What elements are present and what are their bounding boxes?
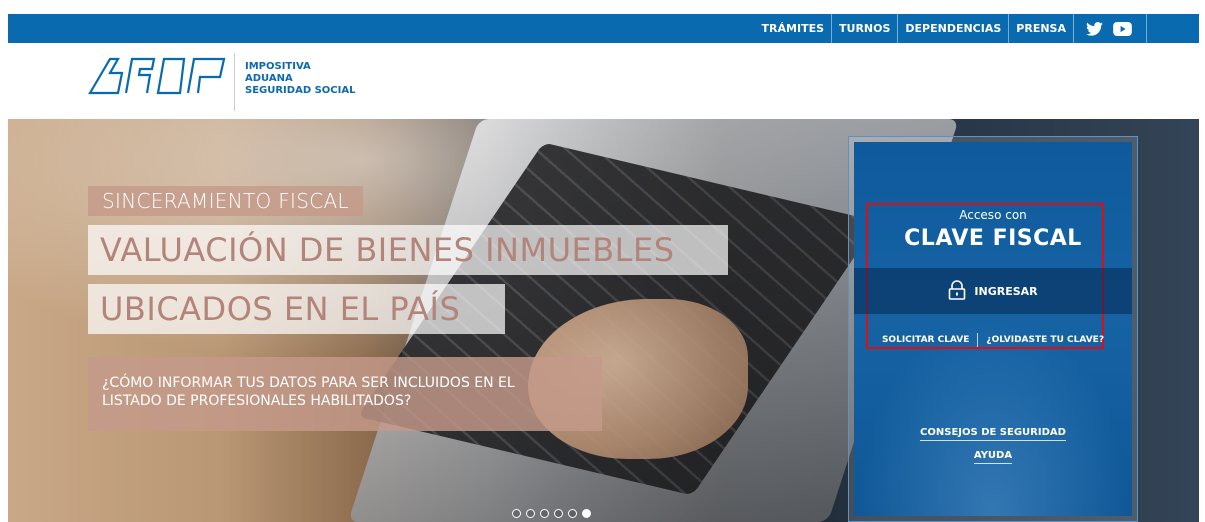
consejos-seguridad-row: CONSEJOS DE SEGURIDAD [854, 427, 1132, 441]
ayuda-link[interactable]: AYUDA [973, 450, 1013, 464]
logo-line-seguridad-social: SEGURIDAD SOCIAL [245, 85, 356, 96]
ayuda-row: AYUDA [854, 450, 1132, 464]
logo-line-impositiva: IMPOSITIVA [245, 61, 311, 72]
twitter-icon[interactable] [1086, 21, 1103, 36]
hero-subtitle-link[interactable]: ¿CÓMO INFORMAR TUS DATOS PARA SER INCLUI… [88, 357, 602, 431]
nav-prensa[interactable]: PRENSA [1008, 14, 1073, 43]
carousel-dots [512, 509, 591, 518]
carousel-dot[interactable] [512, 509, 521, 518]
logo-text: IMPOSITIVA ADUANA SEGURIDAD SOCIAL [245, 61, 355, 97]
key-links: SOLICITAR CLAVE ¿OLVIDASTE TU CLAVE? [854, 333, 1132, 347]
social-links [1073, 14, 1147, 43]
clave-fiscal-panel: Acceso con CLAVE FISCAL INGRESAR SOLICIT… [848, 136, 1138, 522]
top-nav: TRÁMITES TURNOS DEPENDENCIAS PRENSA [755, 14, 1147, 43]
solicitar-clave-link[interactable]: SOLICITAR CLAVE [882, 335, 969, 345]
top-bar: TRÁMITES TURNOS DEPENDENCIAS PRENSA [8, 14, 1199, 43]
hero-headline-2: UBICADOS EN EL PAÍS [88, 284, 505, 334]
hero-tag: SINCERAMIENTO FISCAL [88, 186, 363, 216]
lock-icon [948, 279, 966, 303]
site-header: IMPOSITIVA ADUANA SEGURIDAD SOCIAL [8, 43, 1199, 119]
nav-dependencias[interactable]: DEPENDENCIAS [897, 14, 1008, 43]
logo-divider [234, 53, 235, 111]
access-label: Acceso con [959, 208, 1027, 222]
ingresar-button[interactable]: INGRESAR [854, 268, 1132, 314]
carousel-dot[interactable] [540, 509, 549, 518]
afip-logo-icon[interactable] [88, 55, 228, 95]
youtube-icon[interactable] [1113, 21, 1132, 36]
hero-subtitle-line-1: ¿CÓMO INFORMAR TUS DATOS PARA SER INCLUI… [102, 375, 515, 391]
clave-fiscal-panel-inner: Acceso con CLAVE FISCAL INGRESAR SOLICIT… [854, 142, 1132, 516]
olvidaste-clave-link[interactable]: ¿OLVIDASTE TU CLAVE? [986, 335, 1104, 345]
carousel-dot[interactable] [568, 509, 577, 518]
carousel-dot[interactable] [554, 509, 563, 518]
nav-turnos[interactable]: TURNOS [831, 14, 897, 43]
carousel-dot-active[interactable] [582, 509, 591, 518]
hero-banner[interactable]: SINCERAMIENTO FISCAL VALUACIÓN DE BIENES… [8, 119, 1199, 522]
hero-headline-1: VALUACIÓN DE BIENES INMUEBLES [88, 225, 728, 275]
nav-tramites[interactable]: TRÁMITES [755, 14, 831, 43]
hero-subtitle-line-2: LISTADO DE PROFESIONALES HABILITADOS? [102, 393, 412, 409]
ingresar-label: INGRESAR [974, 284, 1038, 298]
consejos-seguridad-link[interactable]: CONSEJOS DE SEGURIDAD [920, 427, 1066, 441]
access-title: CLAVE FISCAL [904, 226, 1082, 251]
logo-line-aduana: ADUANA [245, 73, 293, 84]
carousel-dot[interactable] [526, 509, 535, 518]
links-divider [977, 333, 979, 347]
